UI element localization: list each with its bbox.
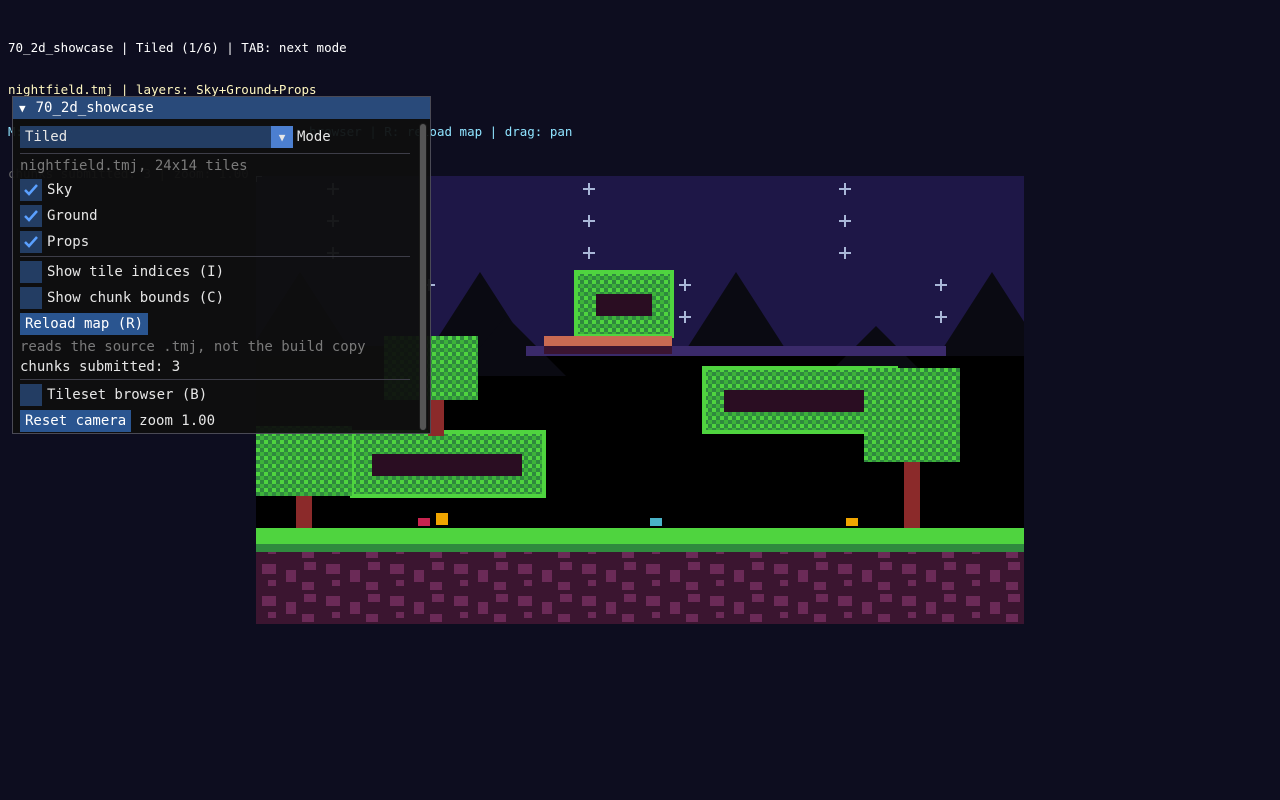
tileset-browser-checkbox[interactable]: Tileset browser (B) (20, 383, 207, 407)
reload-map-button[interactable]: Reload map (R) (20, 313, 149, 335)
layer-props-label: Props (47, 234, 90, 250)
panel-title: 70_2d_showcase (35, 100, 154, 116)
checkbox-box[interactable] (20, 179, 42, 201)
check-icon (24, 210, 38, 222)
dirt-layer (256, 552, 1024, 624)
mode-combo-value: Tiled (25, 129, 68, 145)
layer-sky-label: Sky (47, 182, 73, 198)
layer-sky-checkbox[interactable]: Sky (20, 178, 72, 202)
layer-ground-label: Ground (47, 208, 98, 224)
checkbox-box[interactable] (20, 231, 42, 253)
show-indices-label: Show tile indices (I) (47, 264, 225, 280)
checkbox-box[interactable] (20, 261, 42, 283)
panel-titlebar[interactable]: ▼ 70_2d_showcase (13, 97, 430, 119)
zoom-text: zoom 1.00 (139, 413, 216, 429)
show-chunks-label: Show chunk bounds (C) (47, 290, 225, 306)
check-icon (24, 184, 38, 196)
tileset-browser-label: Tileset browser (B) (47, 387, 208, 403)
map-info: nightfield.tmj, 24x14 tiles (20, 158, 248, 174)
hud-map-line: nightfield.tmj | layers: Sky+Ground+Prop… (8, 82, 317, 97)
mode-combo[interactable]: Tiled ▼ (20, 126, 293, 148)
checkbox-box[interactable] (20, 384, 42, 406)
reset-camera-button[interactable]: Reset camera (20, 410, 132, 432)
showcase-panel[interactable]: ▼ 70_2d_showcase Tiled ▼ Mode nightfield… (12, 96, 431, 434)
hud-title-line: 70_2d_showcase | Tiled (1/6) | TAB: next… (8, 40, 347, 55)
collapse-triangle-icon[interactable]: ▼ (19, 102, 26, 115)
scrollbar-thumb[interactable] (420, 124, 426, 430)
chevron-down-icon[interactable]: ▼ (271, 126, 293, 148)
platform-left (350, 430, 546, 498)
panel-scrollbar[interactable] (419, 123, 427, 431)
checkbox-box[interactable] (20, 205, 42, 227)
mode-label: Mode (297, 129, 331, 145)
separator (20, 379, 410, 380)
layer-props-checkbox[interactable]: Props (20, 230, 89, 254)
separator (20, 256, 410, 257)
chunks-submitted-text: chunks submitted: 3 (20, 359, 181, 375)
check-icon (24, 236, 38, 248)
show-indices-checkbox[interactable]: Show tile indices (I) (20, 260, 224, 284)
show-chunks-checkbox[interactable]: Show chunk bounds (C) (20, 286, 224, 310)
layer-ground-checkbox[interactable]: Ground (20, 204, 98, 228)
checkbox-box[interactable] (20, 287, 42, 309)
